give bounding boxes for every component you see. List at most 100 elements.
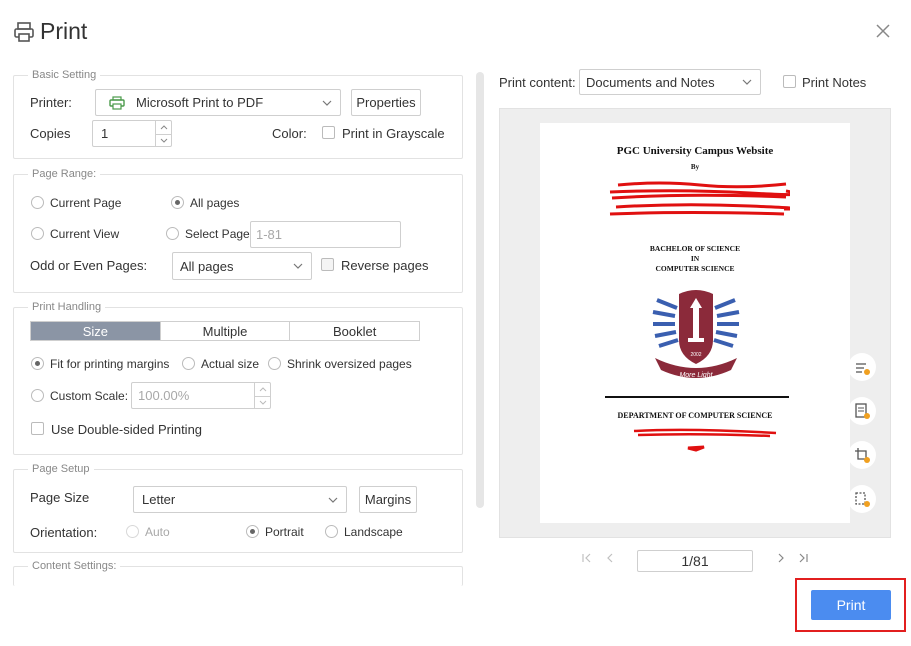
redaction-scribble-2 xyxy=(633,428,777,452)
chevron-down-icon xyxy=(742,79,752,85)
page-range-legend: Page Range: xyxy=(28,167,101,181)
page-size-value: Letter xyxy=(142,492,176,507)
prev-page-icon[interactable] xyxy=(604,552,616,567)
copies-stepper[interactable]: 1 xyxy=(92,120,172,147)
document-page-preview: PGC University Campus Website By BACHELO… xyxy=(540,123,850,523)
grayscale-checkbox[interactable] xyxy=(322,126,335,139)
current-page-radio[interactable] xyxy=(31,196,44,209)
dialog-title: Print xyxy=(40,18,88,44)
color-label: Color: xyxy=(272,126,307,141)
page-size-select[interactable]: Letter xyxy=(133,486,347,513)
print-notes-checkbox[interactable] xyxy=(783,75,796,88)
basic-setting-legend: Basic Setting xyxy=(28,68,101,82)
doc-degree-line1: BACHELOR OF SCIENCE xyxy=(649,244,741,253)
first-page-icon[interactable] xyxy=(581,552,593,567)
odd-even-select[interactable]: All pages xyxy=(172,252,312,280)
left-scrollbar[interactable] xyxy=(476,72,484,508)
content-settings-legend: Content Settings: xyxy=(28,559,121,573)
select-page-radio[interactable] xyxy=(166,227,179,240)
all-pages-label: All pages xyxy=(190,196,240,210)
chevron-down-icon xyxy=(293,263,303,269)
seal-year: 2002 xyxy=(690,352,701,358)
odd-even-label: Odd or Even Pages: xyxy=(30,258,148,273)
document-icon xyxy=(855,403,870,419)
doc-degree-line2: IN xyxy=(690,254,700,263)
settings-adjust-icon xyxy=(856,363,870,375)
print-handling-legend: Print Handling xyxy=(28,300,106,314)
printer-icon xyxy=(14,22,34,42)
chevron-down-icon xyxy=(328,497,338,503)
orientation-portrait-label: Portrait xyxy=(265,525,304,539)
copies-value: 1 xyxy=(101,126,109,141)
tab-booklet[interactable]: Booklet xyxy=(289,322,419,340)
grayscale-label: Print in Grayscale xyxy=(342,126,445,141)
custom-scale-label: Custom Scale: xyxy=(50,389,129,403)
doc-department: DEPARTMENT OF COMPUTER SCIENCE xyxy=(617,411,773,420)
printer-label: Printer: xyxy=(30,95,72,110)
all-pages-radio[interactable] xyxy=(171,196,184,209)
redaction-scribble xyxy=(609,181,790,216)
double-sided-checkbox[interactable] xyxy=(31,422,44,435)
doc-by: By xyxy=(690,163,700,171)
custom-scale-stepper[interactable]: 100.00% xyxy=(131,382,271,409)
increment-arrow-icon[interactable] xyxy=(255,383,270,396)
crop-icon xyxy=(855,448,870,463)
page-number-input[interactable]: 1/81 xyxy=(637,550,753,572)
orientation-auto-radio[interactable] xyxy=(126,525,139,538)
print-content-label: Print content: xyxy=(499,75,576,90)
fit-margins-label: Fit for printing margins xyxy=(50,357,170,371)
orientation-label: Orientation: xyxy=(30,525,98,540)
orientation-landscape-radio[interactable] xyxy=(325,525,338,538)
fit-margins-radio[interactable] xyxy=(31,357,44,370)
settings-adjust-button[interactable] xyxy=(848,353,876,381)
printer-select[interactable]: Microsoft Print to PDF xyxy=(95,89,341,116)
shrink-oversized-label: Shrink oversized pages xyxy=(287,357,412,371)
tab-multiple[interactable]: Multiple xyxy=(159,322,290,340)
next-page-icon[interactable] xyxy=(775,552,787,567)
university-seal-logo: 2002 More Light xyxy=(652,290,740,379)
basic-setting-group: Basic Setting xyxy=(13,68,463,159)
close-icon[interactable] xyxy=(872,20,894,42)
tab-size[interactable]: Size xyxy=(31,322,160,340)
doc-degree-line3: COMPUTER SCIENCE xyxy=(655,264,735,273)
copies-label: Copies xyxy=(30,126,71,141)
seal-ribbon-text: More Light xyxy=(679,372,713,379)
page-select-icon xyxy=(855,492,870,507)
odd-even-value: All pages xyxy=(180,258,234,274)
margins-button[interactable]: Margins xyxy=(359,486,417,513)
actual-size-radio[interactable] xyxy=(182,357,195,370)
select-page-input[interactable]: 1-81 xyxy=(250,221,401,248)
reverse-pages-label: Reverse pages xyxy=(341,258,429,273)
orientation-landscape-label: Landscape xyxy=(344,525,403,539)
print-content-value: Documents and Notes xyxy=(586,74,715,90)
properties-button[interactable]: Properties xyxy=(351,89,421,116)
orientation-portrait-radio[interactable] xyxy=(246,525,259,538)
decrement-arrow-icon[interactable] xyxy=(156,133,171,147)
last-page-icon[interactable] xyxy=(797,552,809,567)
custom-scale-radio[interactable] xyxy=(31,389,44,402)
select-page-label: Select Page: xyxy=(185,227,254,241)
current-view-radio[interactable] xyxy=(31,227,44,240)
chevron-down-icon xyxy=(322,100,332,106)
page-setup-legend: Page Setup xyxy=(28,462,94,476)
print-notes-label: Print Notes xyxy=(802,75,867,90)
print-content-select[interactable]: Documents and Notes xyxy=(579,69,761,95)
orientation-auto-label: Auto xyxy=(145,525,170,539)
reverse-pages-checkbox[interactable] xyxy=(321,258,334,271)
doc-divider xyxy=(605,396,789,398)
page-select-button[interactable] xyxy=(848,485,876,513)
custom-scale-value: 100.00% xyxy=(138,388,190,403)
content-settings-group: Content Settings: xyxy=(13,559,463,586)
crop-tool-button[interactable] xyxy=(848,441,876,469)
shrink-oversized-radio[interactable] xyxy=(268,357,281,370)
handling-tabs: Size Multiple Booklet xyxy=(30,321,420,341)
print-button[interactable]: Print xyxy=(811,590,891,620)
doc-title: PGC University Campus Website xyxy=(616,145,774,157)
printer-device-icon xyxy=(109,96,125,110)
actual-size-label: Actual size xyxy=(201,357,260,371)
page-size-label: Page Size xyxy=(30,490,90,505)
current-view-label: Current View xyxy=(50,227,120,241)
increment-arrow-icon[interactable] xyxy=(156,121,171,134)
document-tool-button[interactable] xyxy=(848,397,876,425)
decrement-arrow-icon[interactable] xyxy=(255,395,270,409)
